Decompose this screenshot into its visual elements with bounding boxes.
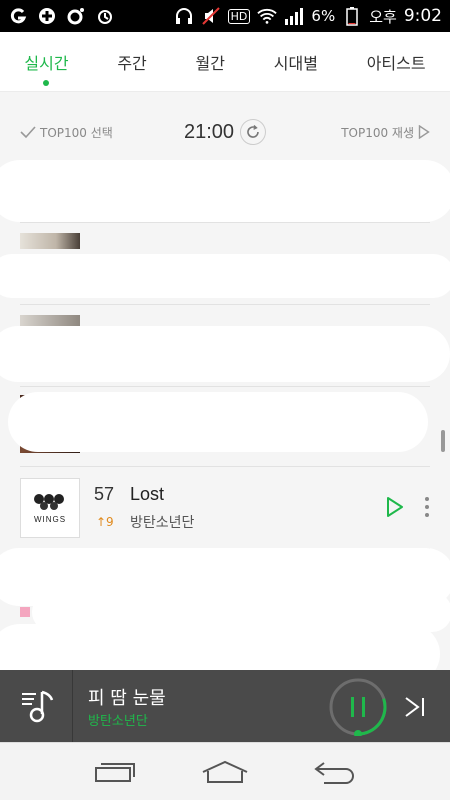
battery-percent: 6% — [311, 7, 336, 25]
refresh-button[interactable] — [240, 119, 267, 145]
select-all-label: TOP100 선택 — [40, 125, 113, 140]
status-bar: HD 6% 오후 9:02 — [0, 0, 450, 32]
tab-label: 실시간 — [24, 53, 69, 73]
back-icon — [314, 761, 354, 784]
battery-icon — [342, 6, 362, 26]
silent-icon — [201, 6, 221, 26]
pause-icon — [329, 678, 387, 738]
app-root: HD 6% 오후 9:02 실시간 주간 월간 시대별 아티스트 TOP100 … — [0, 0, 450, 800]
hd-icon: HD — [227, 6, 251, 26]
recent-apps-button[interactable] — [91, 752, 139, 792]
tab-label: 월간 — [195, 53, 225, 73]
player-divider — [72, 670, 73, 742]
recent-apps-icon — [95, 762, 135, 782]
wings-logo-icon — [34, 493, 64, 510]
alarm-icon — [95, 6, 115, 26]
tab-label: 아티스트 — [366, 53, 426, 73]
song-row[interactable]: WINGS 57 ↑9 Lost 방탄소년단 — [20, 478, 430, 544]
tab-label: 주간 — [117, 53, 147, 73]
playlist-button[interactable] — [14, 682, 62, 730]
play-song-button[interactable] — [382, 495, 406, 519]
song-title[interactable]: Lost — [130, 484, 164, 505]
chart-tabs: 실시간 주간 월간 시대별 아티스트 — [0, 32, 450, 92]
album-cover-text: WINGS — [33, 514, 67, 524]
select-all-button[interactable]: TOP100 선택 — [20, 124, 113, 141]
headphones-icon — [174, 6, 194, 26]
redaction-mark — [8, 392, 428, 452]
g-app-icon — [8, 6, 28, 26]
meridiem: 오후 — [369, 7, 397, 26]
playback-progress-knob — [354, 730, 362, 738]
tab-realtime[interactable]: 실시간 — [18, 50, 74, 86]
song-artist[interactable]: 방탄소년단 — [130, 512, 194, 532]
chart-controls: TOP100 선택 21:00 TOP100 재생 — [20, 112, 430, 152]
scrollbar[interactable] — [441, 430, 445, 452]
tab-weekly[interactable]: 주간 — [111, 50, 152, 74]
more-vertical-icon — [425, 497, 429, 517]
skip-next-icon — [405, 697, 424, 717]
mini-player: 피 땀 눈물 방탄소년단 — [0, 670, 450, 742]
update-time-text: 21:00 — [183, 120, 235, 143]
playlist-note-icon — [22, 690, 54, 723]
home-button[interactable] — [201, 752, 249, 792]
play-outline-icon — [418, 125, 430, 139]
play-icon — [387, 497, 403, 517]
tab-by-era[interactable]: 시대별 — [268, 50, 324, 74]
redaction-mark — [0, 254, 450, 298]
now-playing-artist[interactable]: 방탄소년단 — [88, 710, 148, 729]
now-playing-title[interactable]: 피 땀 눈물 — [88, 684, 166, 710]
tab-monthly[interactable]: 월간 — [190, 50, 231, 74]
signal-icon — [284, 6, 304, 26]
play-all-label: TOP100 재생 — [341, 125, 414, 140]
clock: 9:02 — [403, 6, 442, 26]
row-divider — [20, 386, 430, 387]
system-nav-bar — [0, 742, 450, 800]
album-thumbnail-edge — [20, 607, 30, 617]
rank-change: ↑9 — [96, 515, 114, 529]
album-thumbnail[interactable] — [20, 233, 80, 249]
play-all-button[interactable]: TOP100 재생 — [341, 124, 430, 141]
row-divider — [20, 222, 430, 223]
song-rank: 57 — [94, 484, 115, 504]
active-tab-indicator — [43, 79, 50, 86]
row-divider — [20, 304, 430, 305]
next-track-button[interactable] — [400, 692, 430, 722]
chart-list: TOP100 선택 21:00 TOP100 재생 WINGS 57 ↑9 Lo… — [0, 92, 450, 684]
tab-label: 시대별 — [273, 53, 318, 73]
home-icon — [202, 760, 248, 783]
hd-badge: HD — [227, 8, 251, 24]
back-button[interactable] — [311, 752, 359, 792]
redaction-mark — [0, 326, 450, 382]
update-time: 21:00 — [183, 119, 267, 145]
tab-artist[interactable]: 아티스트 — [361, 50, 432, 74]
more-options-button[interactable] — [420, 494, 434, 520]
camera-icon — [66, 6, 86, 26]
row-divider — [20, 466, 430, 467]
pause-button[interactable] — [329, 678, 387, 738]
check-icon — [20, 126, 36, 139]
refresh-icon — [247, 124, 259, 138]
plus-app-icon — [37, 6, 57, 26]
redaction-mark — [0, 160, 450, 222]
wifi-icon — [257, 6, 278, 26]
album-cover[interactable]: WINGS — [20, 478, 80, 538]
